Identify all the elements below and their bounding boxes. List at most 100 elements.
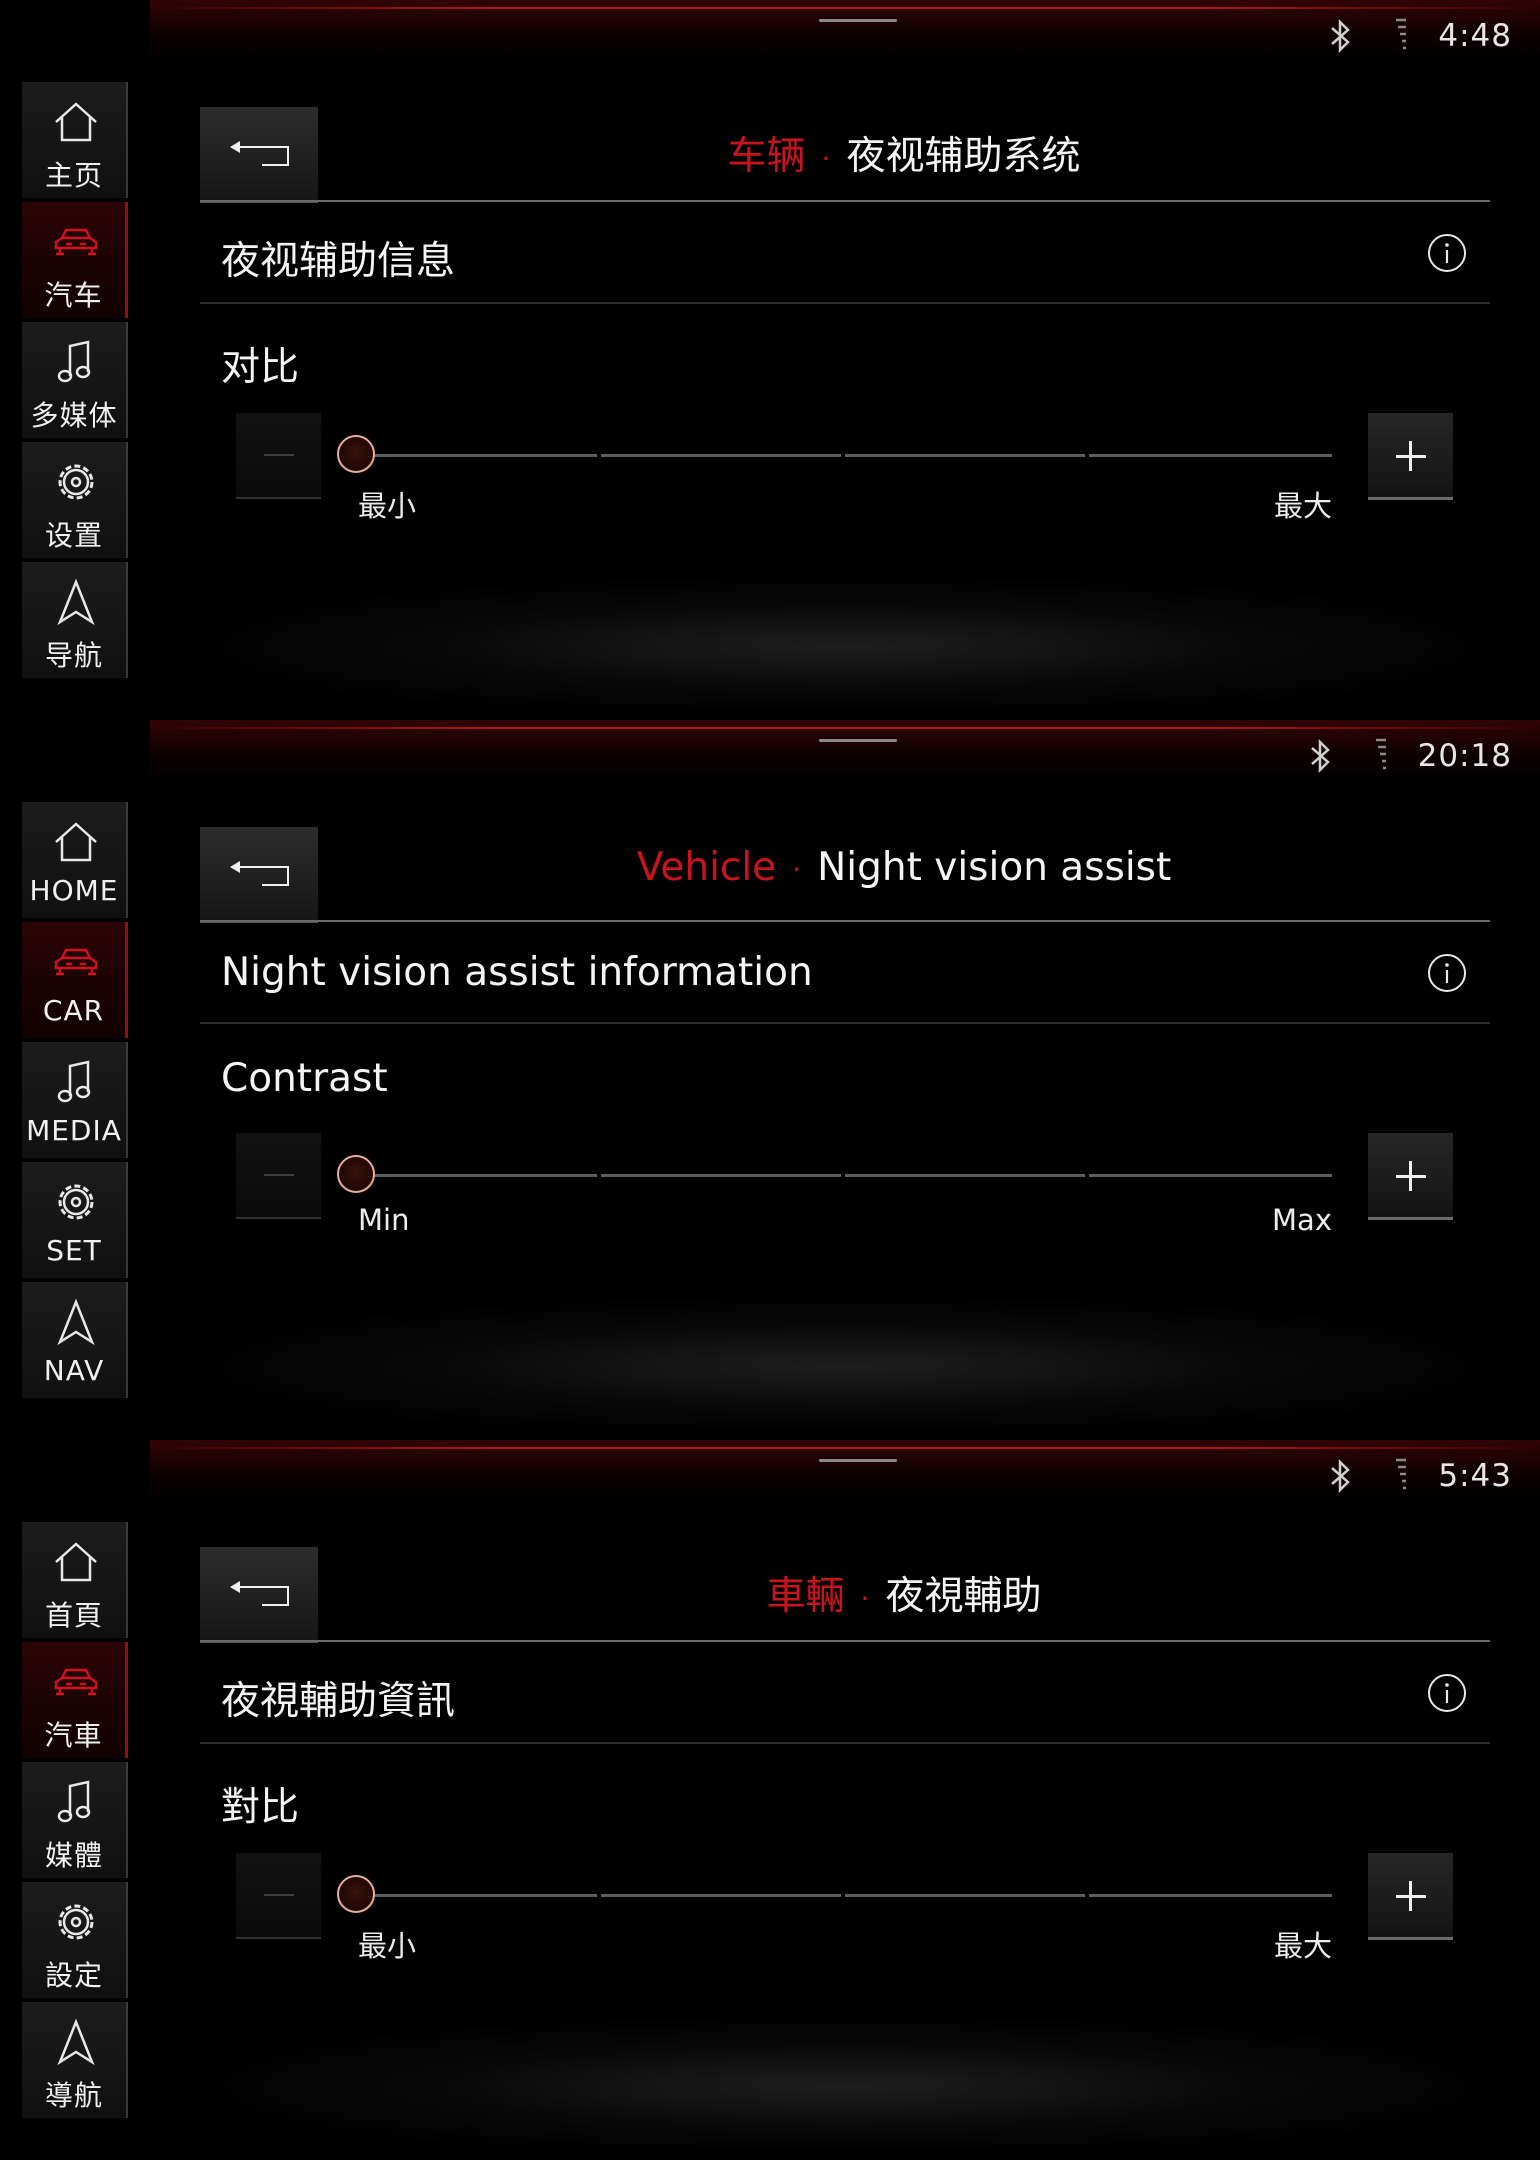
sidebar-item-home[interactable]: HOME bbox=[22, 802, 128, 918]
sidebar-item-label: 导航 bbox=[44, 639, 103, 672]
status-bar: 20:18 bbox=[1298, 732, 1512, 780]
car-icon bbox=[54, 1668, 98, 1696]
slider-segment bbox=[357, 1174, 597, 1177]
sidebar-item-navigation[interactable]: 导航 bbox=[22, 562, 128, 678]
clock-time: 4:48 bbox=[1438, 18, 1512, 54]
contrast-slider-thumb[interactable] bbox=[337, 435, 375, 473]
slider-min-label: 最小 bbox=[358, 489, 417, 523]
sidebar-item-label: 汽车 bbox=[44, 279, 103, 312]
home-icon bbox=[55, 102, 97, 142]
info-icon[interactable] bbox=[1426, 1672, 1468, 1714]
slider-segment bbox=[357, 454, 597, 457]
home-icon bbox=[55, 822, 97, 862]
info-icon[interactable] bbox=[1426, 952, 1468, 994]
back-arrow-icon bbox=[230, 861, 289, 886]
contrast-increase-button[interactable] bbox=[1368, 1133, 1453, 1220]
sidebar-item-settings[interactable]: 设置 bbox=[22, 442, 128, 558]
sidebar-item-media[interactable]: 多媒体 bbox=[22, 322, 128, 438]
sidebar-item-media[interactable]: 媒體 bbox=[22, 1762, 128, 1878]
slider-segment bbox=[1089, 454, 1332, 457]
sidebar-item-car[interactable]: CAR bbox=[22, 922, 128, 1038]
sidebar: HOME CAR MEDIA SET NAV bbox=[22, 802, 128, 1400]
gear-icon bbox=[58, 464, 94, 500]
back-button[interactable] bbox=[200, 1547, 318, 1643]
sidebar-item-home[interactable]: 主页 bbox=[22, 82, 128, 198]
contrast-label: Contrast bbox=[221, 1056, 388, 1101]
sidebar-item-label: HOME bbox=[29, 874, 119, 907]
slider-segment bbox=[601, 1174, 841, 1177]
sidebar-item-label: 主页 bbox=[44, 159, 103, 192]
sidebar-item-navigation[interactable]: 導航 bbox=[22, 2002, 128, 2118]
breadcrumb-parent[interactable]: 车辆 bbox=[728, 134, 806, 179]
back-button[interactable] bbox=[200, 107, 318, 203]
contrast-slider-track[interactable] bbox=[357, 454, 1332, 457]
sidebar-item-media[interactable]: MEDIA bbox=[22, 1042, 128, 1158]
clock-time: 5:43 bbox=[1438, 1458, 1512, 1494]
breadcrumb-separator: · bbox=[821, 142, 831, 175]
screen-chinese-traditional: 5:43 首頁 汽車 媒體 設定 導航 車輛 · 夜視輔助 夜視輔助資訊 對比 … bbox=[0, 1440, 1540, 2160]
slider-segment bbox=[845, 1174, 1085, 1177]
header-divider bbox=[200, 920, 318, 922]
sidebar-item-car[interactable]: 汽車 bbox=[22, 1642, 128, 1758]
slider-max-label: 最大 bbox=[1273, 489, 1332, 523]
page-title: Night vision assist bbox=[817, 845, 1172, 890]
night-vision-info-row[interactable]: 夜視輔助資訊 bbox=[200, 1644, 1490, 1744]
breadcrumb-parent[interactable]: 車輛 bbox=[767, 1574, 845, 1619]
sidebar-item-label: 首頁 bbox=[44, 1599, 103, 1632]
music-note-icon bbox=[57, 1780, 91, 1823]
sidebar-item-label: CAR bbox=[42, 994, 105, 1027]
bottom-glow bbox=[150, 575, 1540, 705]
info-row-label: 夜视辅助信息 bbox=[221, 239, 456, 284]
bottom-glow bbox=[150, 1295, 1540, 1425]
slider-max-label: 最大 bbox=[1273, 1929, 1332, 1963]
sidebar-item-settings[interactable]: 設定 bbox=[22, 1882, 128, 1998]
status-bar: 4:48 bbox=[1318, 12, 1512, 60]
sidebar-item-label: 设置 bbox=[44, 519, 103, 552]
info-icon[interactable] bbox=[1426, 232, 1468, 274]
contrast-slider-thumb[interactable] bbox=[337, 1875, 375, 1913]
contrast-slider-track[interactable] bbox=[357, 1894, 1332, 1897]
sidebar-item-label: NAV bbox=[43, 1354, 105, 1387]
contrast-slider-thumb[interactable] bbox=[337, 1155, 375, 1193]
header-divider bbox=[200, 1640, 318, 1642]
sidebar-item-car[interactable]: 汽车 bbox=[22, 202, 128, 318]
info-row-label: Night vision assist information bbox=[221, 950, 813, 995]
screen-english: 20:18 HOME CAR MEDIA SET NAV Vehicle · Nig… bbox=[0, 720, 1540, 1440]
sidebar-item-navigation[interactable]: NAV bbox=[22, 1282, 128, 1398]
breadcrumb-separator: · bbox=[792, 853, 802, 886]
header-divider bbox=[200, 200, 318, 202]
info-row-label: 夜視輔助資訊 bbox=[221, 1679, 456, 1724]
breadcrumb-parent[interactable]: Vehicle bbox=[637, 845, 776, 890]
plus-icon bbox=[1409, 441, 1412, 471]
sidebar-item-label: 導航 bbox=[44, 2079, 103, 2112]
navigation-arrow-icon bbox=[57, 2018, 95, 2066]
contrast-increase-button[interactable] bbox=[1368, 413, 1453, 500]
status-bar: 5:43 bbox=[1318, 1452, 1512, 1500]
back-button[interactable] bbox=[200, 827, 318, 923]
drag-handle[interactable] bbox=[819, 1459, 897, 1462]
contrast-slider-track[interactable] bbox=[357, 1174, 1332, 1177]
navigation-arrow-icon bbox=[57, 1298, 95, 1346]
slider-segment bbox=[601, 1894, 841, 1897]
slider-segment bbox=[1089, 1894, 1332, 1897]
slider-segment bbox=[357, 1894, 597, 1897]
contrast-decrease-button[interactable] bbox=[236, 1133, 321, 1219]
contrast-increase-button[interactable] bbox=[1368, 1853, 1453, 1940]
drag-handle[interactable] bbox=[819, 739, 897, 742]
sidebar-item-settings[interactable]: SET bbox=[22, 1162, 128, 1278]
night-vision-info-row[interactable]: 夜视辅助信息 bbox=[200, 204, 1490, 304]
sidebar: 首頁 汽車 媒體 設定 導航 bbox=[22, 1522, 128, 2120]
header-divider bbox=[318, 1640, 1490, 1642]
contrast-decrease-button[interactable] bbox=[236, 1853, 321, 1939]
bluetooth-icon bbox=[1310, 738, 1330, 774]
signal-icon bbox=[1396, 18, 1406, 50]
sidebar-item-label: MEDIA bbox=[26, 1114, 122, 1147]
bottom-glow bbox=[150, 2015, 1540, 2145]
back-arrow-icon bbox=[230, 141, 289, 166]
sidebar-item-home[interactable]: 首頁 bbox=[22, 1522, 128, 1638]
drag-handle[interactable] bbox=[819, 19, 897, 22]
contrast-decrease-button[interactable] bbox=[236, 413, 321, 499]
night-vision-info-row[interactable]: Night vision assist information bbox=[200, 924, 1490, 1024]
signal-icon bbox=[1375, 738, 1386, 770]
page-title: 夜视辅助系统 bbox=[846, 134, 1081, 179]
